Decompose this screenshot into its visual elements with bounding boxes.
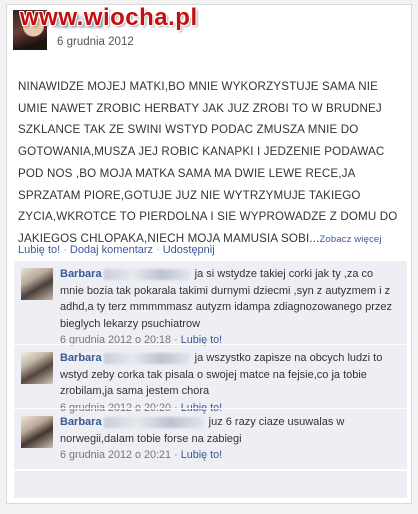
blurred-surname <box>103 352 190 364</box>
comment-item: Barbara ja si wstydze takiej corki jak t… <box>14 260 407 346</box>
separator: · <box>156 244 160 256</box>
like-button[interactable]: Lubię to! <box>18 244 60 256</box>
comment-body: Barbara ja si wstydze takiej corki jak t… <box>60 266 400 349</box>
comment-item: Barbara ja wszystko zapisze na obcych lu… <box>14 344 407 414</box>
separator: · <box>63 244 67 256</box>
commenter-name[interactable]: Barbara <box>60 416 102 428</box>
see-more-link[interactable]: Zobacz więcej <box>319 234 381 245</box>
comments-section: Barbara ja si wstydze takiej corki jak t… <box>14 260 407 469</box>
watermark-logo: www.wiocha.pl <box>20 4 198 31</box>
comment-item: Barbara juz 6 razy ciaze usuwalas w norw… <box>14 408 407 469</box>
commenter-avatar[interactable] <box>21 416 53 448</box>
commenter-name[interactable]: Barbara <box>60 268 102 280</box>
write-comment-box[interactable] <box>14 470 407 498</box>
post-actions: Lubię to! · Dodaj komentarz · Udostępnij <box>18 244 215 256</box>
comment-date[interactable]: 6 grudnia 2012 o 20:21 <box>60 449 171 461</box>
comment-like-button[interactable]: Lubię to! <box>181 449 222 461</box>
comment-body: Barbara ja wszystko zapisze na obcych lu… <box>60 350 400 416</box>
comment-meta: 6 grudnia 2012 o 20:21 · Lubię to! <box>60 449 223 462</box>
commenter-name[interactable]: Barbara <box>60 352 102 364</box>
post-body: NINAWIDZE MOJEJ MATKI,BO MNIE WYKORZYSTU… <box>18 80 398 245</box>
add-comment-button[interactable]: Dodaj komentarz <box>70 244 153 256</box>
comment-body: Barbara juz 6 razy ciaze usuwalas w norw… <box>60 414 400 464</box>
blurred-surname <box>103 416 204 428</box>
post-text: NINAWIDZE MOJEJ MATKI,BO MNIE WYKORZYSTU… <box>18 76 398 251</box>
commenter-avatar[interactable] <box>21 352 53 384</box>
share-button[interactable]: Udostępnij <box>163 244 215 256</box>
post-date[interactable]: 6 grudnia 2012 <box>57 36 134 48</box>
blurred-surname <box>103 268 190 280</box>
commenter-avatar[interactable] <box>21 268 53 300</box>
